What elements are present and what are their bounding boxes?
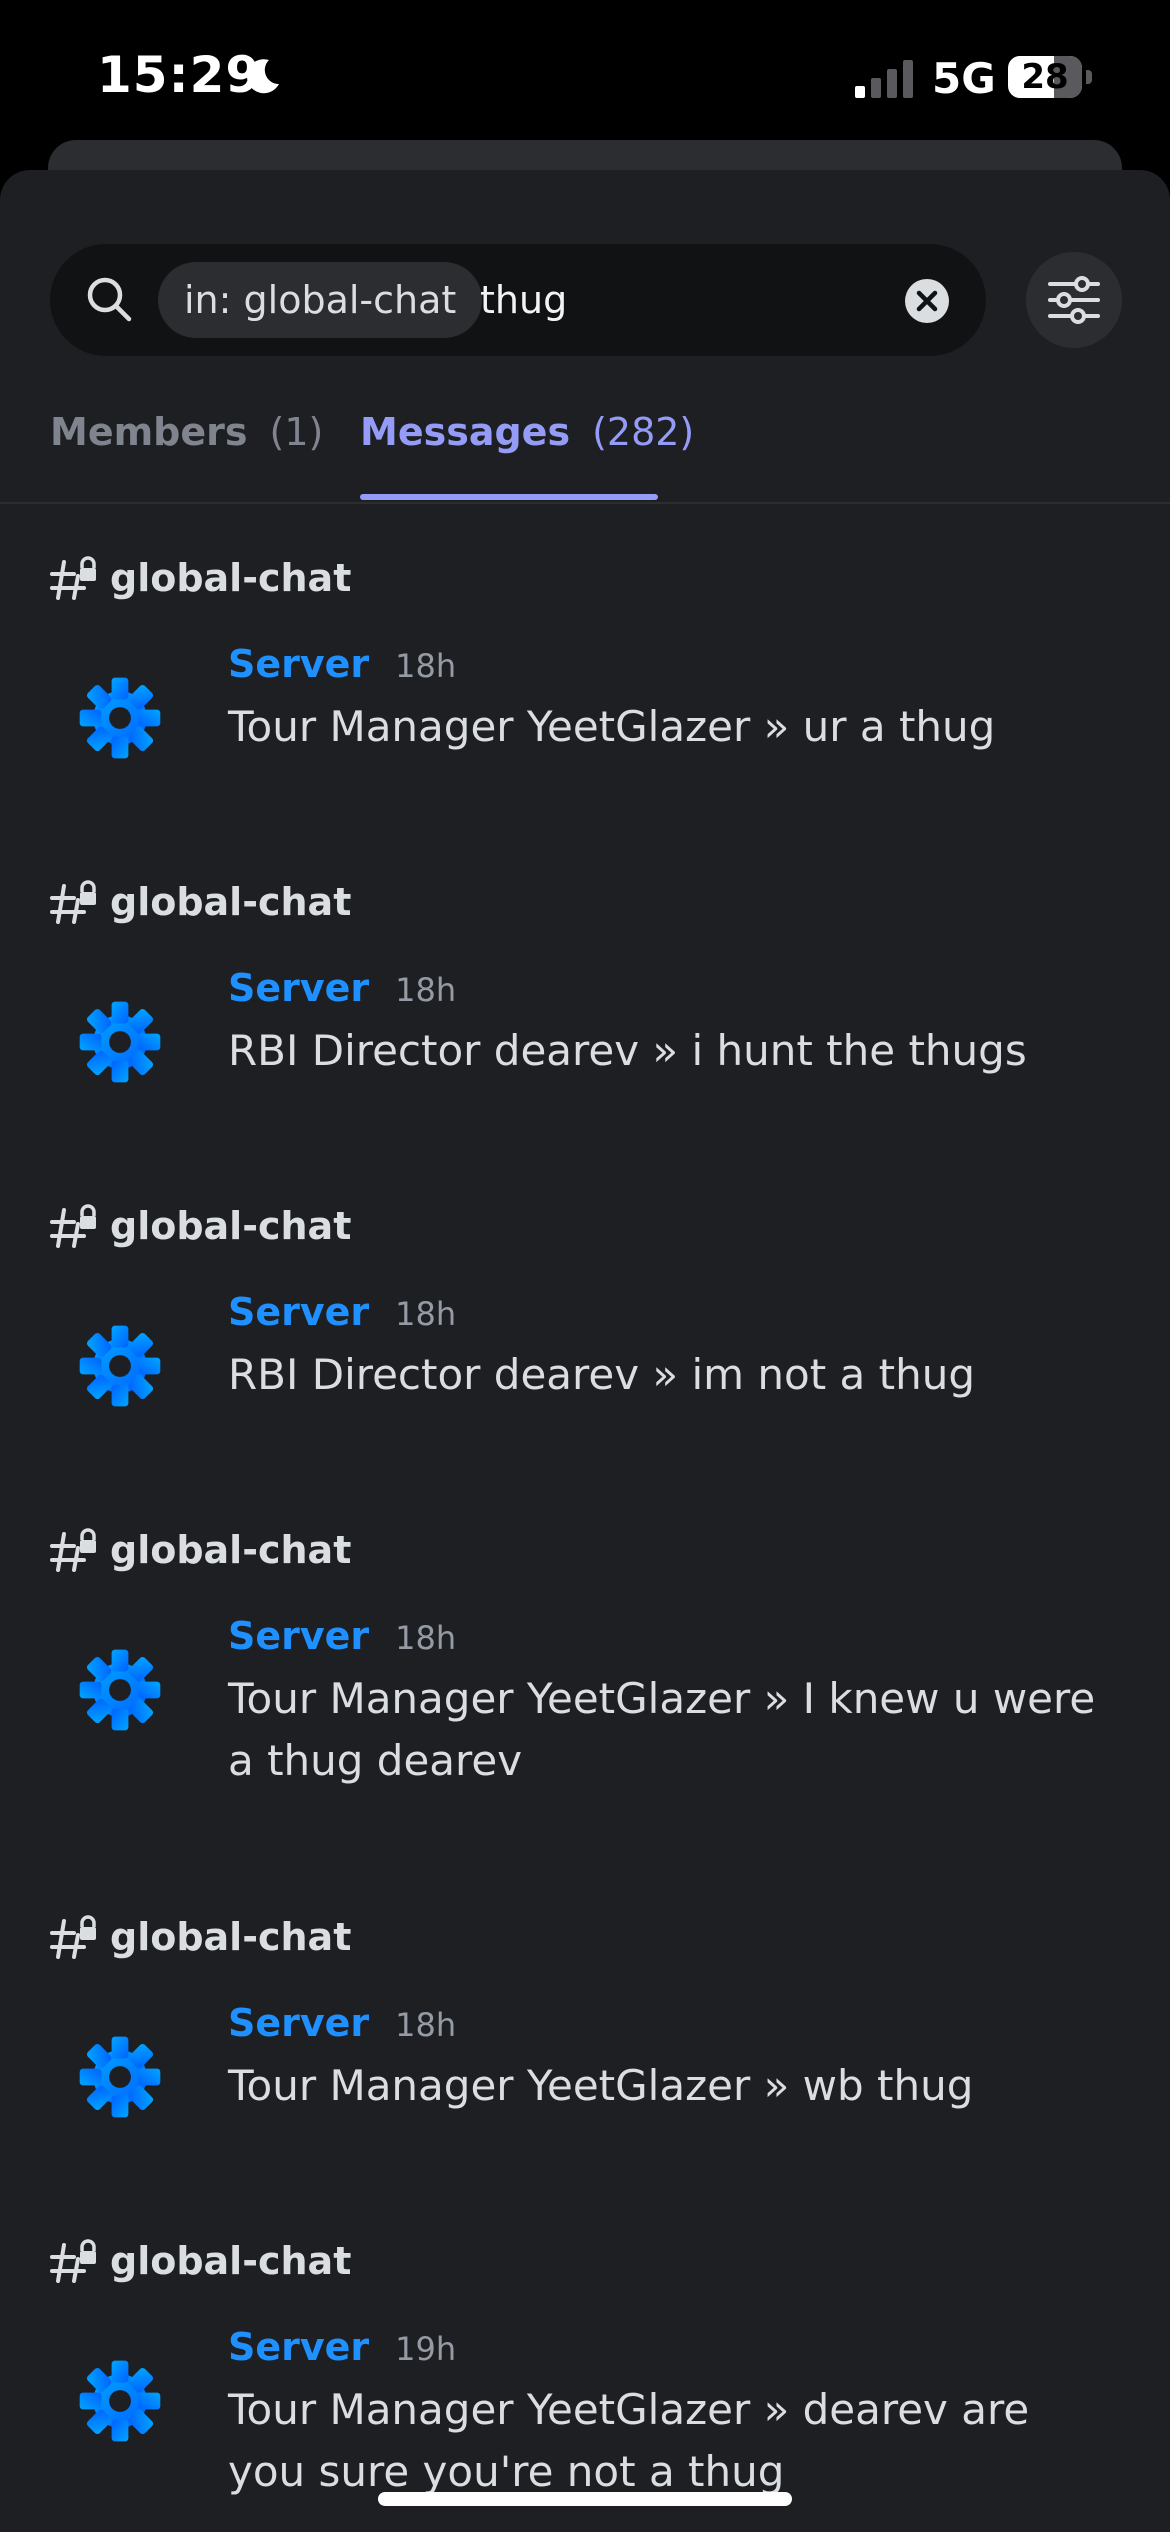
message-text: Tour Manager YeetGlazer » dearev are you… — [228, 2385, 1030, 2496]
timestamp: 18h — [395, 1295, 457, 1333]
channel-name: global-chat — [110, 2239, 352, 2283]
message-text: Tour Manager YeetGlazer » I knew u were … — [228, 1674, 1096, 1785]
timestamp: 18h — [395, 647, 457, 685]
channel-header[interactable]: global-chat — [50, 2233, 351, 2289]
channel-name: global-chat — [110, 880, 352, 924]
cellular-signal-icon — [855, 60, 913, 98]
locked-channel-icon — [50, 1528, 96, 1572]
channel-header[interactable]: global-chat — [50, 874, 351, 930]
author-row: Server 18h — [228, 1290, 456, 1334]
channel-name: global-chat — [110, 556, 352, 600]
search-result[interactable]: global-chat Server 18h RBI Director dear… — [0, 874, 1170, 1124]
gear-icon[interactable] — [78, 1000, 162, 1084]
message-text: RBI Director dearev » im not a thug — [228, 1350, 975, 1399]
gear-icon[interactable] — [78, 1648, 162, 1732]
channel-name: global-chat — [110, 1528, 352, 1572]
tab-members[interactable]: Members (1) — [50, 404, 323, 460]
channel-filter-chip[interactable]: in: global-chat — [158, 262, 483, 338]
search-input[interactable]: thug — [480, 274, 567, 326]
search-result[interactable]: global-chat Server 18h Tour Manager Yeet… — [0, 1909, 1170, 2159]
timestamp: 19h — [395, 2330, 457, 2368]
author-row: Server 18h — [228, 966, 456, 1010]
author-name[interactable]: Server — [228, 2325, 369, 2369]
author-row: Server 18h — [228, 1614, 456, 1658]
author-row: Server 19h — [228, 2325, 456, 2369]
author-name[interactable]: Server — [228, 2001, 369, 2045]
author-row: Server 18h — [228, 642, 456, 686]
channel-header[interactable]: global-chat — [50, 550, 351, 606]
search-result[interactable]: global-chat Server 18h RBI Director dear… — [0, 1198, 1170, 1448]
gear-icon[interactable] — [78, 1324, 162, 1408]
network-type: 5G — [932, 54, 996, 103]
message-text: Tour Manager YeetGlazer » ur a thug — [228, 702, 996, 751]
moon-icon — [246, 59, 279, 94]
tab-messages[interactable]: Messages (282) — [360, 404, 694, 460]
search-result[interactable]: global-chat Server 18h Tour Manager Yeet… — [0, 550, 1170, 800]
battery-level: 28 — [1021, 57, 1069, 97]
search-icon — [87, 277, 132, 322]
locked-channel-icon — [50, 556, 96, 600]
author-name[interactable]: Server — [228, 1290, 369, 1334]
channel-header[interactable]: global-chat — [50, 1198, 351, 1254]
channel-header[interactable]: global-chat — [50, 1909, 351, 1965]
tab-members-count: (1) — [269, 410, 324, 454]
active-tab-indicator — [360, 494, 658, 500]
home-indicator[interactable] — [378, 2492, 792, 2506]
locked-channel-icon — [50, 1204, 96, 1248]
locked-channel-icon — [50, 1915, 96, 1959]
status-bar: 15:29 5G 28 — [0, 0, 1170, 150]
tab-messages-count: (282) — [592, 410, 695, 454]
author-name[interactable]: Server — [228, 966, 369, 1010]
timestamp: 18h — [395, 1619, 457, 1657]
channel-header[interactable]: global-chat — [50, 1522, 351, 1578]
filter-button[interactable] — [1026, 252, 1122, 348]
channel-name: global-chat — [110, 1915, 352, 1959]
author-name[interactable]: Server — [228, 642, 369, 686]
message-text: Tour Manager YeetGlazer » wb thug — [228, 2061, 974, 2110]
channel-name: global-chat — [110, 1204, 352, 1248]
timestamp: 18h — [395, 971, 457, 1009]
timestamp: 18h — [395, 2006, 457, 2044]
clear-icon[interactable] — [904, 278, 950, 324]
tabs-divider — [0, 502, 1170, 504]
locked-channel-icon — [50, 2239, 96, 2283]
gear-icon[interactable] — [78, 2035, 162, 2119]
tab-messages-label: Messages — [360, 410, 571, 454]
locked-channel-icon — [50, 880, 96, 924]
gear-icon[interactable] — [78, 2359, 162, 2443]
battery-indicator: 28 — [1008, 56, 1092, 98]
search-result[interactable]: global-chat Server 18h Tour Manager Yeet… — [0, 1522, 1170, 1832]
message-text: RBI Director dearev » i hunt the thugs — [228, 1026, 1027, 1075]
status-time: 15:29 — [97, 46, 262, 104]
tab-members-label: Members — [50, 410, 248, 454]
search-result[interactable]: global-chat Server 19h Tour Manager Yeet… — [0, 2233, 1170, 2532]
filter-icon — [1048, 276, 1100, 324]
gear-icon[interactable] — [78, 676, 162, 760]
author-name[interactable]: Server — [228, 1614, 369, 1658]
author-row: Server 18h — [228, 2001, 456, 2045]
